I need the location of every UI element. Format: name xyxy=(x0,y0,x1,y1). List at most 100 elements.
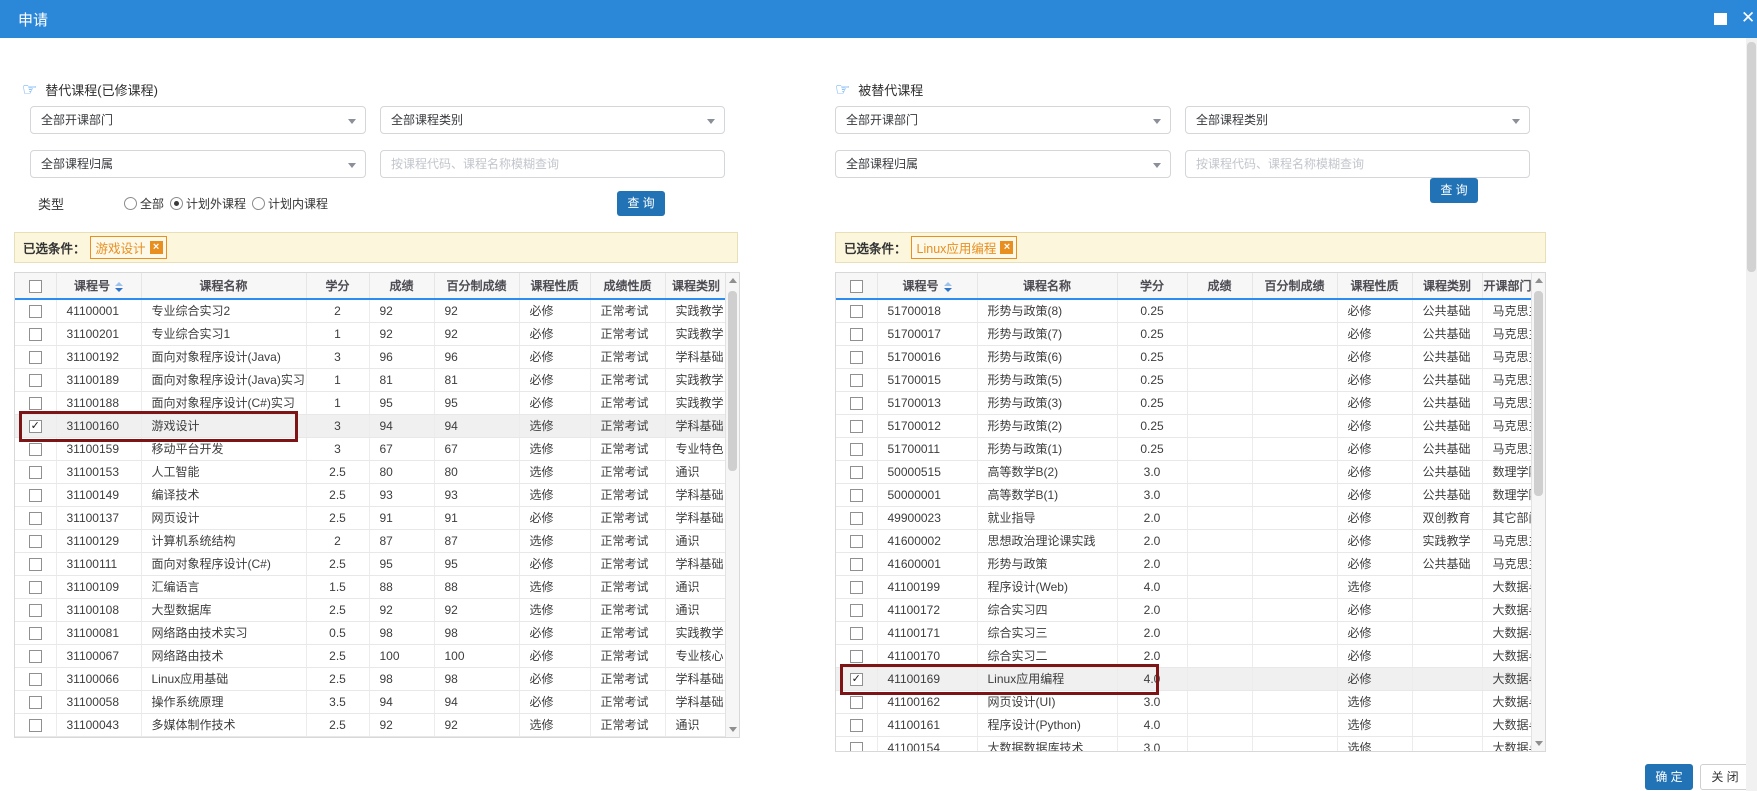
row-checkbox[interactable] xyxy=(29,328,42,341)
row-checkbox[interactable] xyxy=(29,627,42,640)
query-button[interactable]: 查 询 xyxy=(617,191,665,216)
column-header[interactable]: 开课部门 xyxy=(1482,273,1533,299)
tag-remove-icon[interactable]: × xyxy=(150,241,163,254)
row-checkbox[interactable] xyxy=(850,719,863,732)
scrollbar-thumb[interactable] xyxy=(728,291,737,471)
column-header[interactable]: 课程类别 xyxy=(665,273,727,299)
scroll-up-icon[interactable] xyxy=(1532,275,1545,287)
radio-in-plan[interactable]: 计划内课程 xyxy=(252,195,328,212)
table-row[interactable]: 51700016形势与政策(6)0.25必修公共基础马克思主义 xyxy=(836,345,1533,368)
table-row[interactable]: 31100109汇编语言1.58888选修正常考试通识 xyxy=(15,575,727,598)
table-scrollbar[interactable] xyxy=(725,273,739,737)
row-checkbox[interactable] xyxy=(29,443,42,456)
table-row[interactable]: ✓41100169Linux应用编程4.0必修大数据与智 xyxy=(836,667,1533,690)
row-checkbox[interactable] xyxy=(850,443,863,456)
maximize-icon[interactable] xyxy=(1714,13,1727,25)
row-checkbox[interactable] xyxy=(29,558,42,571)
table-row[interactable]: 31100081网络路由技术实习0.59898必修正常考试实践教学 xyxy=(15,621,727,644)
table-row[interactable]: 31100111面向对象程序设计(C#)2.59595必修正常考试学科基础 xyxy=(15,552,727,575)
table-row[interactable]: 31100066Linux应用基础2.59898必修正常考试学科基础 xyxy=(15,667,727,690)
column-header[interactable]: 课程号 xyxy=(877,273,977,299)
table-row[interactable]: 41100161程序设计(Python)4.0选修大数据与智 xyxy=(836,713,1533,736)
row-checkbox[interactable] xyxy=(850,581,863,594)
column-header[interactable]: 成绩 xyxy=(369,273,434,299)
course-category-select[interactable]: 全部课程类别 xyxy=(1185,106,1530,134)
page-scrollbar[interactable] xyxy=(1746,38,1757,791)
table-row[interactable]: 41600001形势与政策2.0必修公共基础马克思主义 xyxy=(836,552,1533,575)
table-row[interactable]: 51700015形势与政策(5)0.25必修公共基础马克思主义 xyxy=(836,368,1533,391)
course-search-input[interactable] xyxy=(1185,150,1530,178)
row-checkbox[interactable] xyxy=(850,466,863,479)
column-header[interactable]: 百分制成绩 xyxy=(434,273,519,299)
table-row[interactable]: 31100108大型数据库2.59292选修正常考试通识 xyxy=(15,598,727,621)
row-checkbox[interactable] xyxy=(29,719,42,732)
table-row[interactable]: 31100188面向对象程序设计(C#)实习19595必修正常考试实践教学 xyxy=(15,391,727,414)
page-scrollbar-thumb[interactable] xyxy=(1747,42,1756,272)
table-row[interactable]: 41100162网页设计(UI)3.0选修大数据与智 xyxy=(836,690,1533,713)
table-row[interactable]: 51700013形势与政策(3)0.25必修公共基础马克思主义 xyxy=(836,391,1533,414)
row-checkbox[interactable] xyxy=(29,374,42,387)
table-row[interactable]: 41100172综合实习四2.0必修大数据与智 xyxy=(836,598,1533,621)
row-checkbox[interactable] xyxy=(850,305,863,318)
row-checkbox[interactable] xyxy=(29,351,42,364)
column-header[interactable]: 成绩 xyxy=(1187,273,1252,299)
radio-all[interactable]: 全部 xyxy=(124,195,164,212)
table-row[interactable]: 31100159移动平台开发36767选修正常考试专业特色 xyxy=(15,437,727,460)
row-checkbox[interactable] xyxy=(29,604,42,617)
row-checkbox[interactable] xyxy=(29,673,42,686)
row-checkbox[interactable]: ✓ xyxy=(29,420,42,433)
table-row[interactable]: 31100058操作系统原理3.59494必修正常考试学科基础 xyxy=(15,690,727,713)
row-checkbox[interactable] xyxy=(850,742,863,752)
row-checkbox[interactable] xyxy=(29,305,42,318)
course-category-select[interactable]: 全部课程类别 xyxy=(380,106,725,134)
row-checkbox[interactable] xyxy=(29,535,42,548)
department-select[interactable]: 全部开课部门 xyxy=(30,106,366,134)
row-checkbox[interactable] xyxy=(29,466,42,479)
column-header[interactable]: 学分 xyxy=(306,273,369,299)
table-row[interactable]: ✓31100160游戏设计39494选修正常考试学科基础 xyxy=(15,414,727,437)
table-row[interactable]: 31100149编译技术2.59393选修正常考试学科基础 xyxy=(15,483,727,506)
table-row[interactable]: 51700012形势与政策(2)0.25必修公共基础马克思主义 xyxy=(836,414,1533,437)
table-row[interactable]: 51700017形势与政策(7)0.25必修公共基础马克思主义 xyxy=(836,322,1533,345)
column-header[interactable]: 课程性质 xyxy=(519,273,590,299)
confirm-button[interactable]: 确 定 xyxy=(1645,764,1693,790)
table-row[interactable]: 31100189面向对象程序设计(Java)实习18181必修正常考试实践教学 xyxy=(15,368,727,391)
course-belong-select[interactable]: 全部课程归属 xyxy=(835,150,1171,178)
row-checkbox[interactable] xyxy=(29,397,42,410)
sort-icon[interactable] xyxy=(944,282,952,292)
table-scrollbar[interactable] xyxy=(1531,273,1545,751)
table-row[interactable]: 31100153人工智能2.58080选修正常考试通识 xyxy=(15,460,727,483)
scroll-down-icon[interactable] xyxy=(726,723,739,735)
column-header[interactable]: 成绩性质 xyxy=(590,273,665,299)
row-checkbox[interactable] xyxy=(850,604,863,617)
row-checkbox[interactable] xyxy=(850,489,863,502)
row-checkbox[interactable] xyxy=(850,420,863,433)
close-icon[interactable]: ✕ xyxy=(1741,8,1757,28)
column-header[interactable]: 课程名称 xyxy=(141,273,306,299)
row-checkbox[interactable] xyxy=(29,489,42,502)
table-row[interactable]: 50000001高等数学B(1)3.0必修公共基础数理学院 xyxy=(836,483,1533,506)
tag-remove-icon[interactable]: × xyxy=(1000,241,1013,254)
table-row[interactable]: 41100171综合实习三2.0必修大数据与智 xyxy=(836,621,1533,644)
department-select[interactable]: 全部开课部门 xyxy=(835,106,1171,134)
table-row[interactable]: 41600002思想政治理论课实践2.0必修实践教学马克思主义 xyxy=(836,529,1533,552)
select-all-checkbox[interactable] xyxy=(850,280,863,293)
row-checkbox[interactable] xyxy=(29,581,42,594)
row-checkbox[interactable] xyxy=(850,374,863,387)
table-row[interactable]: 31100067网络路由技术2.5100100必修正常考试专业核心 xyxy=(15,644,727,667)
scroll-up-icon[interactable] xyxy=(726,275,739,287)
table-row[interactable]: 31100192面向对象程序设计(Java)39696必修正常考试学科基础 xyxy=(15,345,727,368)
row-checkbox[interactable] xyxy=(850,558,863,571)
row-checkbox[interactable] xyxy=(29,512,42,525)
row-checkbox[interactable] xyxy=(850,351,863,364)
table-row[interactable]: 51700011形势与政策(1)0.25必修公共基础马克思主义 xyxy=(836,437,1533,460)
table-row[interactable]: 41100170综合实习二2.0必修大数据与智 xyxy=(836,644,1533,667)
row-checkbox[interactable] xyxy=(850,535,863,548)
column-header[interactable]: 课程号 xyxy=(56,273,141,299)
row-checkbox[interactable] xyxy=(850,696,863,709)
row-checkbox[interactable] xyxy=(850,512,863,525)
table-row[interactable]: 41100154大数据数据库技术3.0选修大数据与智 xyxy=(836,736,1533,752)
column-header[interactable]: 课程类别 xyxy=(1412,273,1482,299)
query-button[interactable]: 查 询 xyxy=(1430,178,1478,203)
table-row[interactable]: 31100201专业综合实习119292必修正常考试实践教学 xyxy=(15,322,727,345)
